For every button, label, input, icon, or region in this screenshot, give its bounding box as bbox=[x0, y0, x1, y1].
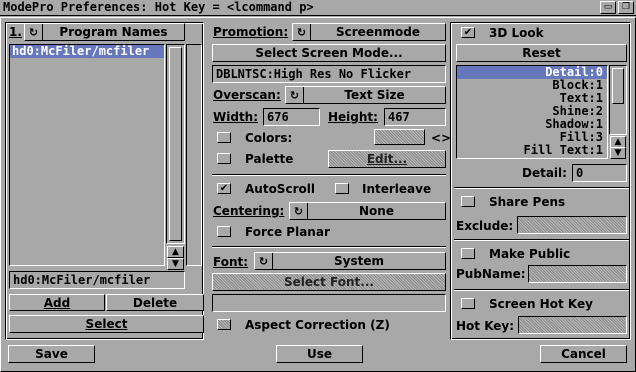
separator bbox=[454, 187, 629, 189]
width-field[interactable]: 676 bbox=[263, 108, 320, 126]
program-names-cycle[interactable]: ↻ Program Names bbox=[24, 23, 185, 41]
detail-label: Detail: bbox=[522, 166, 567, 180]
select-button[interactable]: Select bbox=[9, 315, 204, 333]
select-screen-mode-button[interactable]: Select Screen Mode... bbox=[212, 44, 446, 62]
pubname-label: PubName: bbox=[456, 267, 526, 281]
detail-field[interactable]: 0 bbox=[572, 164, 627, 182]
pen-list-scrollbar[interactable] bbox=[609, 65, 627, 135]
separator bbox=[454, 239, 629, 241]
promotion-value: Screenmode bbox=[336, 25, 420, 39]
overscan-label: Overscan: bbox=[213, 88, 281, 102]
screen-mode-field: DBLNTSC:High Res No Flicker bbox=[212, 65, 446, 83]
make-public-label: Make Public bbox=[489, 247, 571, 261]
share-pens-label: Share Pens bbox=[489, 195, 566, 209]
list-item[interactable]: Fill Text:1 bbox=[457, 144, 607, 157]
look3d-label: 3D Look bbox=[489, 26, 544, 40]
use-button[interactable]: Use bbox=[276, 345, 363, 363]
interleave-label: Interleave bbox=[362, 182, 432, 196]
depth-gadget-icon[interactable]: ❐ bbox=[618, 1, 634, 14]
window-title-bar[interactable]: ModePro Preferences: Hot Key = <lcommand… bbox=[0, 0, 636, 16]
screen-hotkey-checkbox[interactable] bbox=[461, 298, 475, 309]
width-label: Width: bbox=[213, 110, 259, 124]
force-planar-label: Force Planar bbox=[245, 225, 330, 239]
aspect-correction-checkbox[interactable] bbox=[217, 319, 231, 330]
exclude-label: Exclude: bbox=[456, 219, 514, 233]
select-font-button[interactable]: Select Font... bbox=[212, 273, 446, 291]
colors-arrows[interactable]: <> bbox=[431, 131, 451, 145]
separator bbox=[454, 289, 629, 291]
program-list[interactable]: hd0:McFiler/mcfiler bbox=[9, 44, 165, 266]
height-label: Height: bbox=[328, 110, 378, 124]
font-name-field bbox=[212, 294, 446, 312]
add-button[interactable]: Add bbox=[9, 294, 105, 311]
aspect-correction-label: Aspect Correction (Z) bbox=[245, 318, 390, 332]
edit-palette-button[interactable]: Edit... bbox=[328, 150, 446, 168]
checkmark-icon: ✔ bbox=[463, 27, 473, 38]
list-number-label: 1. bbox=[9, 25, 22, 39]
pen-list-scroll-knob[interactable] bbox=[612, 68, 624, 104]
cycle-gadget-icon: ↻ bbox=[25, 24, 43, 40]
program-list-scroll-knob[interactable] bbox=[169, 47, 182, 241]
colors-label: Colors: bbox=[245, 131, 293, 145]
zoom-gadget-icon[interactable]: ▭ bbox=[600, 1, 616, 14]
cycle-gadget-icon: ↻ bbox=[293, 24, 311, 40]
cycle-gadget-icon: ↻ bbox=[290, 203, 308, 219]
program-names-cycle-label: Program Names bbox=[59, 25, 168, 39]
exclude-field[interactable] bbox=[517, 216, 627, 234]
promotion-cycle[interactable]: ↻ Screenmode bbox=[292, 23, 446, 41]
window-title: ModePro Preferences: Hot Key = <lcommand… bbox=[3, 0, 314, 14]
hotkey-label: Hot Key: bbox=[456, 319, 515, 333]
delete-button[interactable]: Delete bbox=[106, 294, 204, 311]
font-value: System bbox=[334, 254, 384, 268]
arrow-down-icon[interactable]: ▼ bbox=[610, 147, 626, 159]
overscan-value: Text Size bbox=[344, 88, 405, 102]
overscan-cycle[interactable]: ↻ Text Size bbox=[285, 86, 446, 104]
autoscroll-checkbox[interactable]: ✔ bbox=[217, 183, 231, 194]
arrow-up-icon[interactable]: ▲ bbox=[167, 246, 184, 258]
cycle-gadget-icon: ↻ bbox=[286, 87, 304, 103]
font-cycle[interactable]: ↻ System bbox=[254, 252, 446, 270]
centering-label: Centering: bbox=[213, 204, 285, 218]
separator bbox=[212, 246, 446, 248]
cancel-button[interactable]: Cancel bbox=[540, 345, 627, 363]
palette-label: Palette bbox=[245, 152, 294, 166]
share-pens-checkbox[interactable] bbox=[461, 196, 475, 207]
screen-hotkey-label: Screen Hot Key bbox=[489, 297, 593, 311]
checkmark-icon: ✔ bbox=[219, 183, 229, 194]
font-label: Font: bbox=[213, 255, 249, 269]
autoscroll-label: AutoScroll bbox=[245, 182, 315, 196]
arrow-down-icon[interactable]: ▼ bbox=[167, 258, 184, 270]
force-planar-checkbox[interactable] bbox=[217, 226, 231, 237]
program-list-side-gutter bbox=[186, 44, 202, 266]
promotion-label: Promotion: bbox=[213, 25, 289, 39]
centering-cycle[interactable]: ↻ None bbox=[289, 202, 446, 220]
hotkey-field[interactable] bbox=[518, 316, 627, 334]
list-item[interactable]: hd0:McFiler/mcfiler bbox=[10, 45, 164, 58]
program-path-field[interactable]: hd0:McFiler/mcfiler bbox=[9, 271, 185, 289]
look3d-checkbox[interactable]: ✔ bbox=[461, 27, 475, 38]
colors-slider[interactable] bbox=[374, 129, 425, 145]
pen-list[interactable]: Detail:0 Block:1 Text:1 Shine:2 Shadow:1… bbox=[456, 65, 608, 159]
reset-button[interactable]: Reset bbox=[456, 44, 627, 62]
separator bbox=[212, 174, 446, 176]
make-public-checkbox[interactable] bbox=[461, 248, 475, 259]
program-list-scrollbar[interactable] bbox=[166, 44, 185, 244]
colors-checkbox[interactable] bbox=[217, 132, 231, 143]
height-field[interactable]: 467 bbox=[384, 108, 446, 126]
interleave-checkbox[interactable] bbox=[335, 183, 349, 194]
pubname-field[interactable] bbox=[528, 265, 627, 283]
centering-value: None bbox=[359, 204, 394, 218]
cycle-gadget-icon: ↻ bbox=[255, 253, 273, 269]
save-button[interactable]: Save bbox=[8, 345, 95, 363]
palette-checkbox[interactable] bbox=[217, 153, 231, 164]
